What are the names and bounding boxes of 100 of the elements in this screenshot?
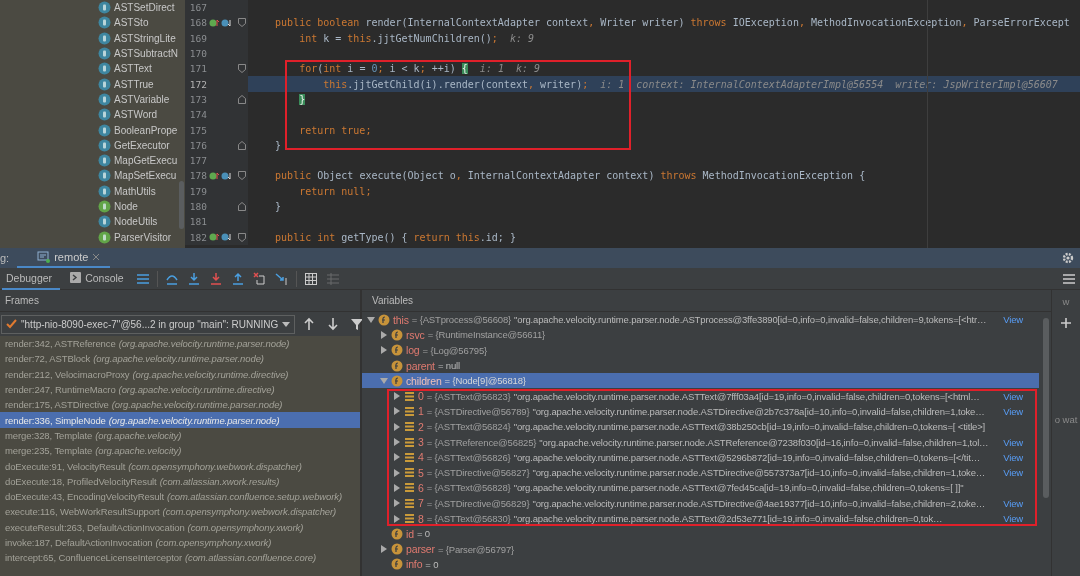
expand-arrow-icon[interactable]: [393, 483, 401, 492]
stack-frame[interactable]: execute:116, WebWorkResultSupport (com.opensymphony.webwork.dispatcher): [0, 504, 360, 520]
variable-row[interactable]: 8 = {ASTText@56830} "org.apache.velocity.runtime.parser.node.ASTText@2d53e771[id=19,info=0,invalid=false,children=0,tok… View: [362, 510, 1039, 527]
stack-frame[interactable]: executeResult:263, DefaultActionInvocation (com.opensymphony.xwork): [0, 519, 360, 535]
expand-arrow-icon[interactable]: [393, 392, 401, 401]
stack-frame[interactable]: doExecute:18, ProfiledVelocityResult (com.atlassian.xwork.results): [0, 473, 360, 489]
line-number: 171: [188, 63, 207, 75]
project-tree-item[interactable]: Node: [98, 198, 178, 215]
variable-value: "org.apache.velocity.runtime.parser.node.ASTprocess@3ffe3890[id=0,info=0,invalid=false,children=9,tokens=[<htr…: [514, 314, 987, 326]
variable-row[interactable]: 4 = {ASTText@56826} "org.apache.velocity.runtime.parser.node.ASTText@5296b872[id=19,info=0,invalid=false,children=0,tokens=[</tit… View: [362, 449, 1039, 465]
variable-name: rsvc: [406, 328, 425, 341]
fold-marker-icon[interactable]: [237, 140, 246, 150]
frame-method: render:212, VelocimacroProxy: [5, 368, 130, 380]
variable-row[interactable]: info = 0: [362, 556, 1039, 573]
scrollbar[interactable]: [1043, 318, 1049, 498]
project-tree-item[interactable]: ParserVisitor: [98, 229, 178, 245]
stack-frame[interactable]: doExecute:43, EncodingVelocityResult (com.atlassian.confluence.setup.webwork): [0, 488, 360, 505]
project-tree-item[interactable]: ASTText: [98, 61, 178, 77]
add-icon[interactable]: [1061, 318, 1071, 328]
watches-hint: o wat: [1054, 413, 1078, 425]
variable-row[interactable]: this = {ASTprocess@56608} "org.apache.velocity.runtime.parser.node.ASTprocess@3ffe3890[id=0,info=0,invalid=false,children=9,tokens=[<htr… View: [362, 312, 1039, 328]
variable-row[interactable]: parent = null: [362, 357, 1039, 374]
debugger-tab[interactable]: Console: [66, 267, 132, 290]
fold-marker-icon[interactable]: [237, 64, 246, 74]
variable-row[interactable]: 7 = {ASTDirective@56829} "org.apache.velocity.runtime.parser.node.ASTDirective@4ae19377[id=10,info=0,invalid=false,children=2,toke… View: [362, 495, 1039, 511]
expand-arrow-icon[interactable]: [393, 422, 401, 431]
variable-row[interactable]: 2 = {ASTText@56824} "org.apache.velocity.runtime.parser.node.ASTText@38b250cb[id=19,info=0,invalid=false,children=0,tokens=[ <title>]: [362, 419, 1039, 435]
variable-row[interactable]: log = {Log@56795}: [362, 342, 1039, 358]
fold-marker-icon[interactable]: [237, 18, 246, 28]
close-icon[interactable]: [92, 253, 101, 261]
override-marker-icon[interactable]: [209, 170, 233, 181]
variable-row[interactable]: 0 = {ASTText@56823} "org.apache.velocity.runtime.parser.node.ASTText@7fff03a4[id=19,info=0,invalid=false,children=0,tokens=[<html… View: [362, 388, 1039, 404]
project-tree-item[interactable]: ASTSto: [98, 15, 178, 31]
project-tree-item[interactable]: MapSetExecu: [98, 168, 178, 184]
view-link[interactable]: View: [1003, 497, 1023, 509]
override-marker-icon[interactable]: [209, 232, 233, 243]
project-tree-item[interactable]: MapGetExecu: [98, 152, 178, 169]
stack-frame[interactable]: merge:235, Template (org.apache.velocity): [0, 443, 360, 459]
stack-frame[interactable]: render:175, ASTDirective (org.apache.velocity.runtime.parser.node): [0, 397, 360, 413]
thread-dropdown[interactable]: "http-nio-8090-exec-7"@56...2 in group "main": RUNNING: [1, 314, 296, 334]
drop-frame-icon[interactable]: [251, 270, 268, 287]
variable-row[interactable]: id = 0: [362, 526, 1039, 542]
fold-marker-icon[interactable]: [237, 171, 246, 181]
expand-arrow-icon[interactable]: [393, 438, 401, 446]
stack-frame[interactable]: doExecute:91, VelocityResult (com.opensymphony.webwork.dispatcher): [0, 458, 360, 474]
expand-arrow-icon[interactable]: [393, 468, 401, 477]
filter-icon[interactable]: [350, 316, 365, 332]
variable-row[interactable]: children = {Node[9]@56818}: [362, 373, 1039, 389]
scrollbar[interactable]: [179, 181, 184, 229]
run-to-cursor-icon[interactable]: [273, 270, 290, 287]
project-tree-item[interactable]: ASTTrue: [98, 76, 178, 92]
project-tree-item[interactable]: ASTStringLite: [98, 30, 178, 46]
collapse-arrow-icon[interactable]: [367, 315, 375, 324]
evaluate-icon[interactable]: [302, 270, 319, 287]
override-marker-icon[interactable]: [209, 17, 233, 28]
project-tree-item[interactable]: ASTWord: [98, 107, 178, 123]
view-link[interactable]: View: [1003, 390, 1023, 402]
project-tree-item[interactable]: MathUtils: [98, 183, 178, 199]
fold-marker-icon[interactable]: [237, 94, 246, 104]
down-arrow-icon[interactable]: [326, 316, 341, 332]
variable-name: info: [406, 558, 423, 571]
stack-frame[interactable]: render:336, SimpleNode (org.apache.velocity.runtime.parser.node): [0, 412, 360, 428]
project-tree-item[interactable]: BooleanPrope: [98, 122, 178, 138]
view-link[interactable]: View: [1003, 513, 1023, 524]
variable-row[interactable]: rsvc = {RuntimeInstance@56611}: [362, 327, 1039, 343]
variable-row[interactable]: 6 = {ASTText@56828} "org.apache.velocity.runtime.parser.node.ASTText@7fed45ca[id=19,info=0,invalid=false,children=0,tokens=[ ]]": [362, 480, 1039, 496]
view-link[interactable]: View: [1003, 436, 1023, 448]
project-tree-item[interactable]: ASTSubtractN: [98, 45, 178, 62]
view-link[interactable]: View: [1003, 314, 1023, 326]
variable-type: = {ASTText@56823}: [426, 390, 511, 402]
variable-row[interactable]: 5 = {ASTDirective@56827} "org.apache.velocity.runtime.parser.node.ASTDirective@557373a7[id=10,info=0,invalid=false,children=1,toke… View: [362, 464, 1039, 481]
stack-frame[interactable]: render:72, ASTBlock (org.apache.velocity.runtime.parser.node): [0, 351, 360, 367]
expand-arrow-icon[interactable]: [393, 514, 401, 523]
stack-frame[interactable]: render:212, VelocimacroProxy (org.apache.velocity.runtime.directive): [0, 366, 360, 382]
stack-frame[interactable]: render:342, ASTReference (org.apache.velocity.runtime.parser.node): [0, 336, 360, 352]
field-icon: [391, 344, 403, 357]
stack-frame[interactable]: render:247, RuntimeMacro (org.apache.velocity.runtime.directive): [0, 381, 360, 398]
expand-arrow-icon[interactable]: [393, 453, 401, 462]
fold-marker-icon[interactable]: [237, 202, 246, 211]
stack-frame[interactable]: merge:328, Template (org.apache.velocity): [0, 427, 360, 444]
expand-arrow-icon[interactable]: [380, 330, 388, 339]
stack-frame[interactable]: intercept:65, ConfluenceLicenseInterceptor (com.atlassian.confluence.core): [0, 550, 360, 566]
stack-frame[interactable]: invoke:187, DefaultActionInvocation (com.opensymphony.xwork): [0, 534, 360, 551]
view-link[interactable]: View: [1003, 405, 1023, 417]
expand-arrow-icon[interactable]: [380, 346, 388, 355]
view-link[interactable]: View: [1003, 451, 1023, 463]
view-link[interactable]: View: [1003, 467, 1023, 479]
variable-row[interactable]: 1 = {ASTDirective@56789} "org.apache.velocity.runtime.parser.node.ASTDirective@2b7c378a[id=10,info=0,invalid=false,children=1,toke… View: [362, 403, 1039, 420]
expand-arrow-icon[interactable]: [393, 407, 401, 416]
variable-row[interactable]: 3 = {ASTReference@56825} "org.apache.velocity.runtime.parser.node.ASTReference@7238f030[id=16,info=0,invalid=false,children=1,tol… View: [362, 434, 1039, 450]
line-number: 180: [188, 201, 207, 212]
project-tree-item[interactable]: ASTVariable: [98, 91, 178, 108]
project-tree-item[interactable]: GetExecutor: [98, 137, 178, 153]
project-tree-item[interactable]: NodeUtils: [98, 214, 178, 230]
expand-arrow-icon[interactable]: [380, 545, 388, 554]
project-tree-item[interactable]: ASTSetDirect: [98, 0, 178, 16]
settings-icon[interactable]: [1062, 252, 1074, 264]
fold-marker-icon[interactable]: [237, 232, 246, 242]
expand-arrow-icon[interactable]: [393, 499, 401, 508]
variable-row[interactable]: parser = {Parser@56797}: [362, 541, 1039, 557]
